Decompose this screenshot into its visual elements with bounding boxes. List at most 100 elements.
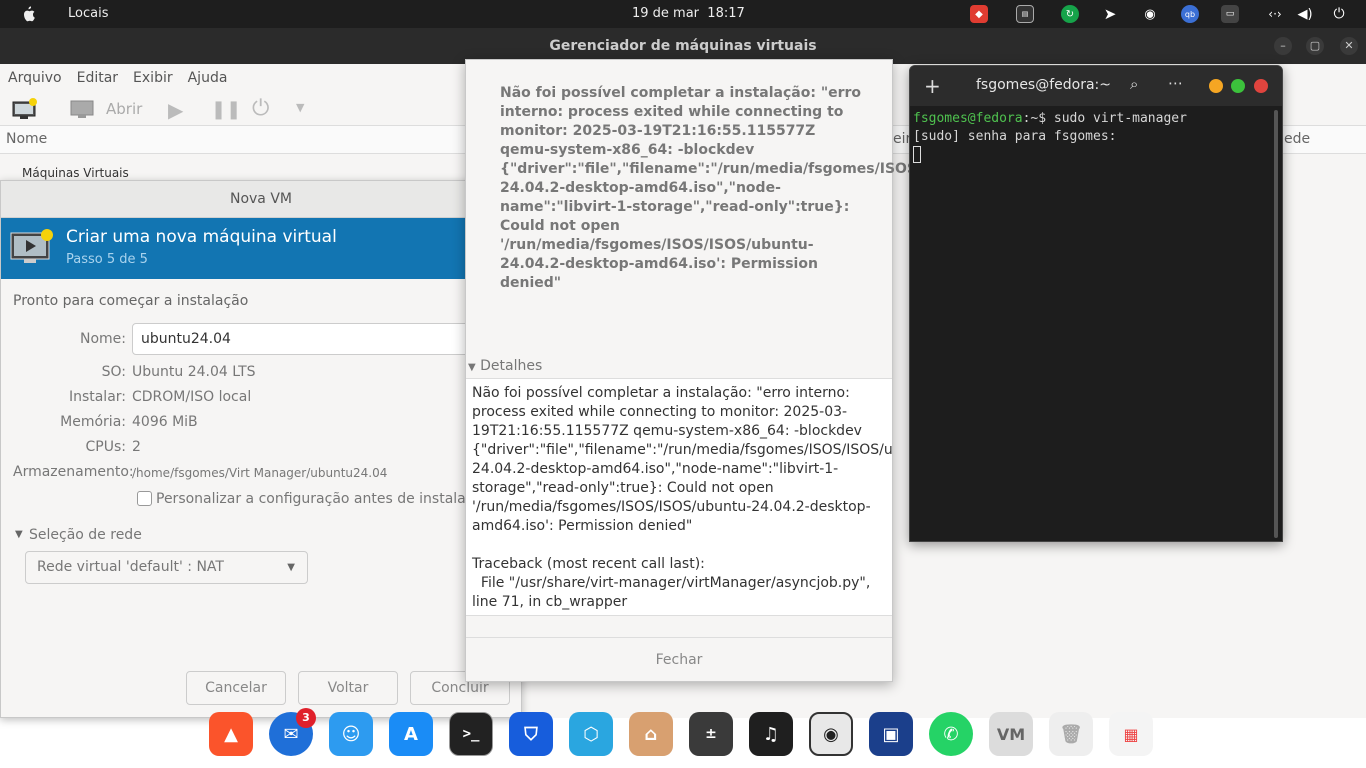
os-label: SO: <box>101 364 126 380</box>
os-value: Ubuntu 24.04 LTS <box>132 364 256 380</box>
cpus-value: 2 <box>132 439 141 455</box>
traceback-line-1: Traceback (most recent call last): <box>472 556 705 572</box>
details-textview[interactable]: Não foi possível completar a instalação:… <box>466 378 892 616</box>
terminal-line-1: fsgomes@fedora:~$ sudo virt-manager <box>913 110 1187 128</box>
details-expander[interactable]: ▼ Detalhes <box>468 358 542 374</box>
prompt-user: fsgomes@fedora <box>913 111 1023 126</box>
ready-subtitle: Pronto para começar a instalação <box>13 293 249 309</box>
column-partial-2[interactable]: ede <box>1284 131 1310 147</box>
network-icon[interactable]: ‹·› <box>1266 5 1284 23</box>
install-label: Instalar: <box>68 389 126 405</box>
expander-down-icon: ▼ <box>468 362 476 373</box>
vm-list-group[interactable]: Máquinas Virtuais <box>22 166 129 180</box>
dock: ▲ ✉ 3 ☺ A >_ ⛉ ⬡ ⌂ ± ♫ ◉ ▣ ✆ VM 🗑 ▦ <box>203 706 1163 768</box>
new-tab-icon[interactable]: + <box>924 74 941 98</box>
app-store-icon[interactable]: A <box>389 712 433 756</box>
calculator-icon[interactable]: ± <box>689 712 733 756</box>
menu-exibir[interactable]: Exibir <box>133 70 173 86</box>
qbittorrent-icon[interactable]: qb <box>1181 5 1199 23</box>
back-button[interactable]: Voltar <box>298 671 398 705</box>
finder-icon[interactable]: ☺ <box>329 712 373 756</box>
power-icon[interactable]: ⏻ <box>1330 5 1348 23</box>
open-button[interactable]: Abrir <box>106 100 142 118</box>
details-text: Não foi possível completar a instalação:… <box>472 385 892 534</box>
terminal-icon[interactable]: >_ <box>449 712 493 756</box>
network-select[interactable]: Rede virtual 'default' : NAT ▼ <box>25 551 308 584</box>
minimize-icon[interactable] <box>1209 79 1223 93</box>
storage-label: Armazenamento: <box>13 464 134 480</box>
trash-icon[interactable]: 🗑 <box>1049 712 1093 756</box>
close-icon[interactable] <box>1254 79 1268 93</box>
grammarly-icon[interactable]: ↻ <box>1061 5 1079 23</box>
receita-icon[interactable]: ▣ <box>869 712 913 756</box>
app-grid-icon[interactable]: ▦ <box>1109 712 1153 756</box>
power-button-icon[interactable]: ⏻ <box>252 96 269 121</box>
brave-icon[interactable]: ▲ <box>209 712 253 756</box>
column-name[interactable]: Nome <box>6 131 47 147</box>
top-panel: Locais 19 de mar 18:17 ◆ ▤ ↻ ➤ ◉ qb ▭ ‹·… <box>0 0 1366 28</box>
pause-icon[interactable]: ❚❚ <box>211 99 241 120</box>
terminal-output[interactable]: fsgomes@fedora:~$ sudo virt-manager [sud… <box>913 110 1187 164</box>
bitwarden-icon[interactable]: ⛉ <box>509 712 553 756</box>
search-icon[interactable]: ⌕ <box>1130 75 1138 93</box>
discord-icon[interactable]: ◉ <box>1141 5 1159 23</box>
music-icon[interactable]: ♫ <box>749 712 793 756</box>
maximize-button[interactable]: ▢ <box>1306 37 1324 55</box>
customize-label[interactable]: Personalizar a configuração antes de ins… <box>156 491 472 507</box>
cpus-label: CPUs: <box>85 439 126 455</box>
nettool-icon[interactable]: ⬡ <box>569 712 613 756</box>
terminal-line-2: [sudo] senha para fsgomes: <box>913 129 1117 144</box>
terminal-window: + fsgomes@fedora:~ ⌕ ⋯ fsgomes@fedora:~$… <box>909 65 1283 542</box>
chevron-down-icon[interactable]: ▼ <box>296 101 304 114</box>
minimize-button[interactable]: – <box>1274 37 1292 55</box>
terminal-title: fsgomes@fedora:~ <box>976 77 1111 93</box>
play-icon[interactable]: ▶ <box>168 98 183 122</box>
maximize-icon[interactable] <box>1231 79 1245 93</box>
apple-icon[interactable] <box>20 5 36 23</box>
close-window-button[interactable]: ✕ <box>1340 37 1358 55</box>
tray-app-icon[interactable]: ▤ <box>1016 5 1034 23</box>
traceback-line-2: File "/usr/share/virt-manager/virtManage… <box>472 575 875 610</box>
window-title: Gerenciador de máquinas virtuais <box>549 38 817 54</box>
menu-editar[interactable]: Editar <box>77 70 118 86</box>
dialog-title: Nova VM <box>1 181 521 218</box>
new-vm-icon[interactable] <box>12 98 38 120</box>
chevron-down-icon: ▼ <box>287 562 295 573</box>
banner-title: Criar uma nova máquina virtual <box>66 227 337 247</box>
error-message: Não foi possível completar a instalação:… <box>500 85 1027 291</box>
cancel-button[interactable]: Cancelar <box>186 671 286 705</box>
menu-icon[interactable]: ⋯ <box>1168 74 1183 92</box>
close-button[interactable]: Fechar <box>466 637 892 681</box>
whatsapp-icon[interactable]: ✆ <box>929 712 973 756</box>
places-menu[interactable]: Locais <box>68 6 108 21</box>
terminal-scrollbar[interactable] <box>1274 110 1278 538</box>
memory-value: 4096 MiB <box>132 414 198 430</box>
terminal-header[interactable]: + fsgomes@fedora:~ ⌕ ⋯ <box>910 66 1282 106</box>
vm-name-input[interactable]: ubuntu24.04 <box>132 323 472 355</box>
expander-down-icon[interactable]: ▼ <box>15 529 23 540</box>
menu-ajuda[interactable]: Ajuda <box>188 70 228 86</box>
menu-arquivo[interactable]: Arquivo <box>8 70 62 86</box>
volume-icon[interactable]: ◀) <box>1296 5 1314 23</box>
telegram-icon[interactable]: ➤ <box>1101 5 1119 23</box>
new-vm-banner-icon <box>10 229 53 263</box>
new-vm-dialog: Nova VM Criar uma nova máquina virtual P… <box>0 180 523 718</box>
monitor-icon[interactable] <box>70 100 94 120</box>
screenshot-icon[interactable]: ◉ <box>809 712 853 756</box>
vm-icon[interactable]: VM <box>989 712 1033 756</box>
error-dialog: Não foi possível completar a instalação:… <box>465 59 1027 682</box>
notification-badge: 3 <box>296 708 316 728</box>
wizard-banner: Criar uma nova máquina virtual Passo 5 d… <box>1 218 523 279</box>
screen-icon[interactable]: ▭ <box>1221 5 1239 23</box>
name-label: Nome: <box>79 331 126 347</box>
network-select-value: Rede virtual 'default' : NAT <box>37 559 224 575</box>
home-icon[interactable]: ⌂ <box>629 712 673 756</box>
banner-step: Passo 5 de 5 <box>66 252 148 267</box>
clock[interactable]: 19 de mar 18:17 <box>632 6 745 21</box>
memory-label: Memória: <box>60 414 126 430</box>
network-section-label[interactable]: Seleção de rede <box>29 527 142 543</box>
customize-checkbox[interactable] <box>137 491 152 506</box>
terminal-command: sudo virt-manager <box>1053 111 1187 126</box>
prompt-separator: :~$ <box>1022 111 1047 126</box>
anydesk-icon[interactable]: ◆ <box>970 5 988 23</box>
